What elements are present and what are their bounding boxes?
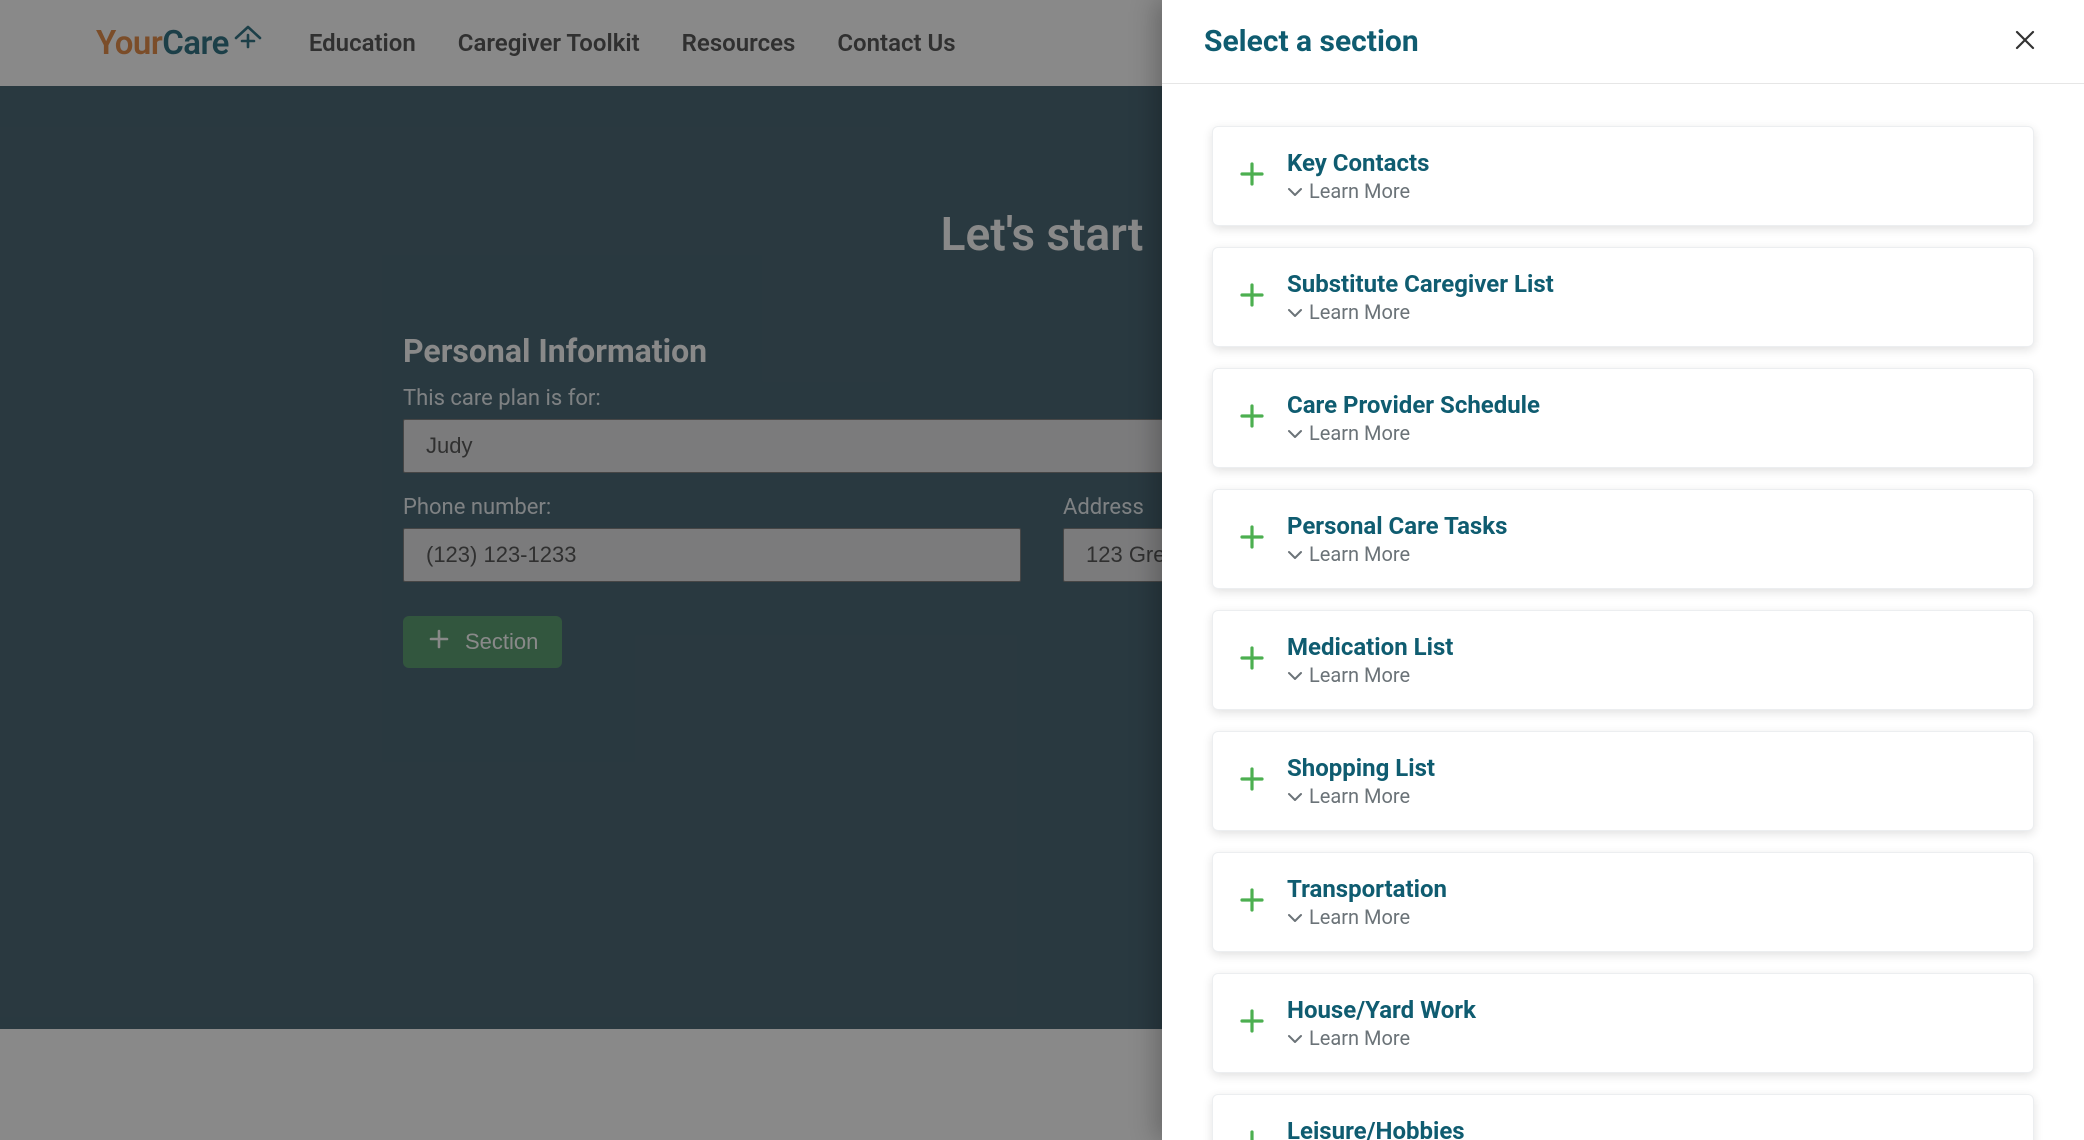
section-drawer: Select a section Key ContactsLearn MoreS…: [1162, 0, 2084, 1140]
section-texts: Shopping ListLearn More: [1287, 754, 1435, 808]
learn-more-label: Learn More: [1309, 784, 1410, 808]
learn-more-toggle[interactable]: Learn More: [1287, 179, 1429, 203]
learn-more-toggle[interactable]: Learn More: [1287, 784, 1435, 808]
section-title: Medication List: [1287, 633, 1453, 661]
section-title: Substitute Caregiver List: [1287, 270, 1554, 298]
section-title: Leisure/Hobbies: [1287, 1117, 1465, 1140]
section-title: Personal Care Tasks: [1287, 512, 1507, 540]
section-card[interactable]: Medication ListLearn More: [1212, 610, 2034, 710]
chevron-down-icon: [1287, 905, 1303, 929]
chevron-down-icon: [1287, 663, 1303, 687]
plus-icon: [1237, 1127, 1267, 1140]
drawer-header: Select a section: [1162, 0, 2084, 84]
section-card[interactable]: Care Provider ScheduleLearn More: [1212, 368, 2034, 468]
plus-icon: [1237, 280, 1267, 314]
chevron-down-icon: [1287, 784, 1303, 808]
plus-icon: [1237, 401, 1267, 435]
close-icon: [2014, 36, 2036, 55]
section-card[interactable]: TransportationLearn More: [1212, 852, 2034, 952]
section-texts: Care Provider ScheduleLearn More: [1287, 391, 1540, 445]
learn-more-toggle[interactable]: Learn More: [1287, 300, 1554, 324]
learn-more-label: Learn More: [1309, 1026, 1410, 1050]
learn-more-label: Learn More: [1309, 300, 1410, 324]
plus-icon: [1237, 1006, 1267, 1040]
learn-more-toggle[interactable]: Learn More: [1287, 663, 1453, 687]
section-card[interactable]: Leisure/HobbiesLearn More: [1212, 1094, 2034, 1140]
learn-more-label: Learn More: [1309, 542, 1410, 566]
plus-icon: [1237, 643, 1267, 677]
section-card[interactable]: House/Yard WorkLearn More: [1212, 973, 2034, 1073]
drawer-body: Key ContactsLearn MoreSubstitute Caregiv…: [1162, 84, 2084, 1140]
section-card[interactable]: Key ContactsLearn More: [1212, 126, 2034, 226]
drawer-title: Select a section: [1204, 24, 1419, 59]
section-title: Shopping List: [1287, 754, 1435, 782]
section-title: Key Contacts: [1287, 149, 1429, 177]
section-title: House/Yard Work: [1287, 996, 1476, 1024]
section-texts: Leisure/HobbiesLearn More: [1287, 1117, 1465, 1140]
plus-icon: [1237, 885, 1267, 919]
section-card[interactable]: Personal Care TasksLearn More: [1212, 489, 2034, 589]
learn-more-toggle[interactable]: Learn More: [1287, 542, 1507, 566]
section-texts: Medication ListLearn More: [1287, 633, 1453, 687]
learn-more-label: Learn More: [1309, 905, 1410, 929]
chevron-down-icon: [1287, 1026, 1303, 1050]
learn-more-toggle[interactable]: Learn More: [1287, 1026, 1476, 1050]
section-texts: Personal Care TasksLearn More: [1287, 512, 1507, 566]
section-title: Care Provider Schedule: [1287, 391, 1540, 419]
learn-more-toggle[interactable]: Learn More: [1287, 905, 1447, 929]
section-texts: TransportationLearn More: [1287, 875, 1447, 929]
chevron-down-icon: [1287, 542, 1303, 566]
chevron-down-icon: [1287, 421, 1303, 445]
section-texts: Key ContactsLearn More: [1287, 149, 1429, 203]
plus-icon: [1237, 159, 1267, 193]
chevron-down-icon: [1287, 300, 1303, 324]
learn-more-toggle[interactable]: Learn More: [1287, 421, 1540, 445]
plus-icon: [1237, 764, 1267, 798]
learn-more-label: Learn More: [1309, 663, 1410, 687]
section-title: Transportation: [1287, 875, 1447, 903]
close-button[interactable]: [2008, 23, 2042, 61]
section-texts: House/Yard WorkLearn More: [1287, 996, 1476, 1050]
section-card[interactable]: Shopping ListLearn More: [1212, 731, 2034, 831]
learn-more-label: Learn More: [1309, 179, 1410, 203]
chevron-down-icon: [1287, 179, 1303, 203]
section-texts: Substitute Caregiver ListLearn More: [1287, 270, 1554, 324]
plus-icon: [1237, 522, 1267, 556]
learn-more-label: Learn More: [1309, 421, 1410, 445]
section-card[interactable]: Substitute Caregiver ListLearn More: [1212, 247, 2034, 347]
